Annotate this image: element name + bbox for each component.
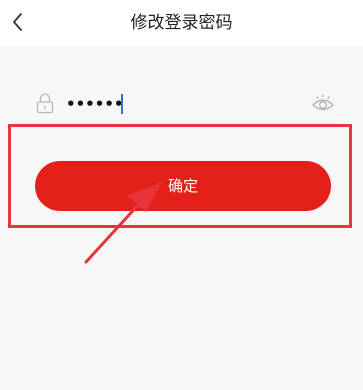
page-title: 修改登录密码 <box>130 13 233 33</box>
password-input[interactable] <box>66 93 296 115</box>
screen: 修改登录密码 确定 <box>0 0 363 390</box>
eye-icon[interactable] <box>311 93 335 113</box>
text-caret <box>121 94 123 114</box>
password-row <box>0 84 363 126</box>
lock-icon <box>36 93 54 114</box>
navigation-bar: 修改登录密码 <box>0 0 363 46</box>
confirm-button[interactable]: 确定 <box>35 161 331 211</box>
